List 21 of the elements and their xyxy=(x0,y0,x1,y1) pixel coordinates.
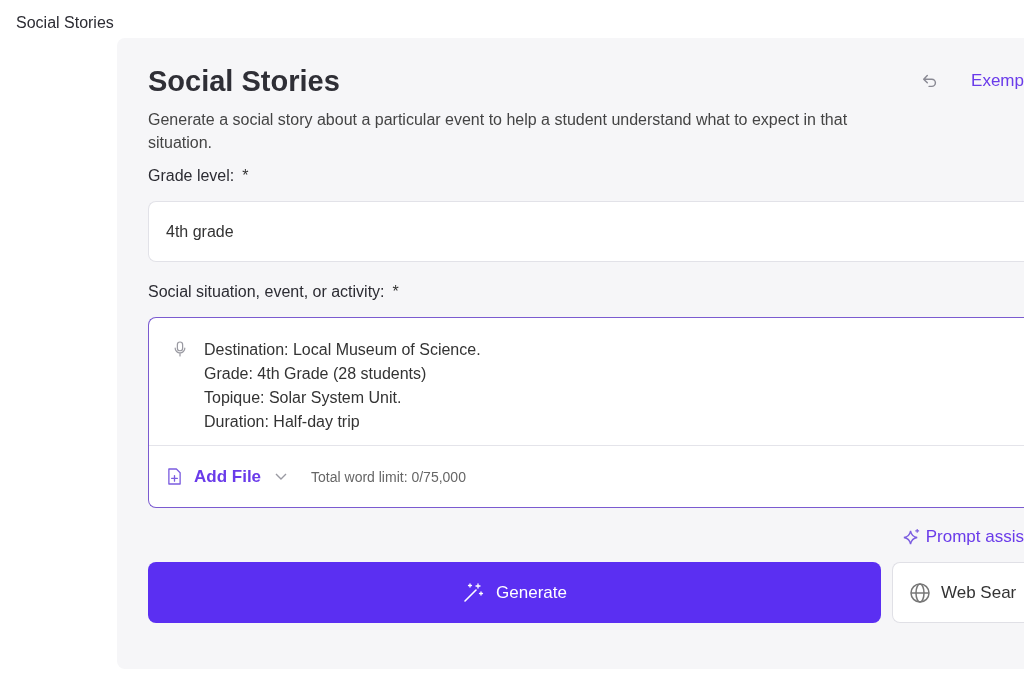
prompt-assist-link[interactable]: Prompt assis xyxy=(901,526,1024,548)
required-mark: * xyxy=(242,167,249,186)
magic-wand-icon xyxy=(462,581,485,604)
tool-description: Generate a social story about a particular event to help a student understand what to expect in that situation. xyxy=(148,110,849,153)
examples-link[interactable]: Exemp xyxy=(971,71,1024,91)
word-limit-text: Total word limit: 0/75,000 xyxy=(311,468,466,485)
required-mark: * xyxy=(392,283,399,302)
situation-field[interactable]: Destination: Local Museum of Science. Grade: 4th Grade (28 students) Topique: Solar System Unit. Duration: Half-day trip Add File Total word limit: 0/75,000 xyxy=(148,317,1024,508)
field-label: Social situation, event, or activity: xyxy=(148,283,385,302)
globe-icon xyxy=(909,581,931,604)
grade-field[interactable]: 4th grade xyxy=(148,201,1024,262)
field-label: Grade level: xyxy=(148,167,235,186)
file-plus-icon xyxy=(167,467,182,486)
web-search-button[interactable]: Web Sear xyxy=(892,562,1024,623)
generate-button[interactable]: Generate xyxy=(148,562,881,623)
microphone-icon[interactable] xyxy=(173,340,187,358)
tool-title: Social Stories xyxy=(148,64,341,98)
add-file-button[interactable]: Add File xyxy=(167,466,288,487)
app-title: Social Stories xyxy=(15,13,115,33)
chevron-down-icon xyxy=(275,472,288,481)
sparkle-icon xyxy=(901,527,921,547)
